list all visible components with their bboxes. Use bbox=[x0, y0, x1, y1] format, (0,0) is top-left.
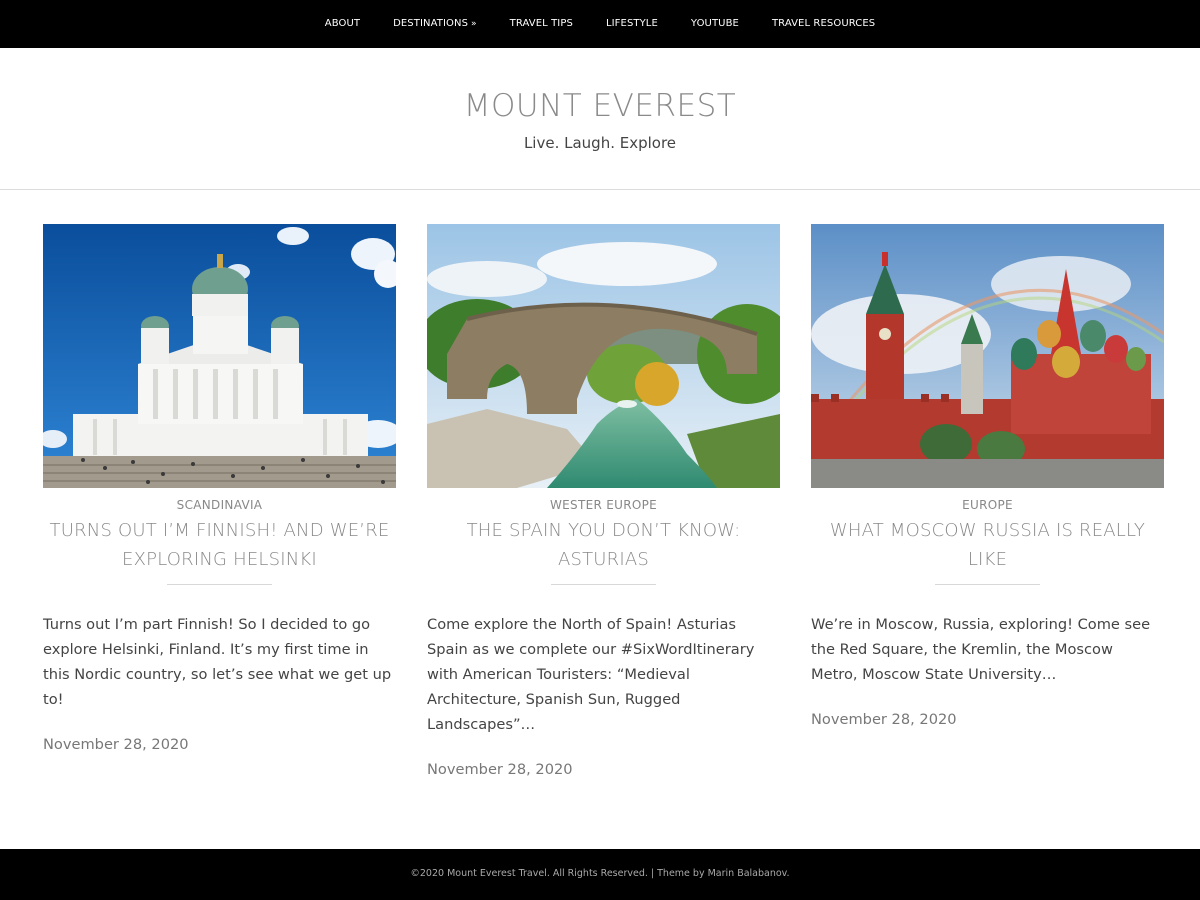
nav-item-lifestyle[interactable]: LIFESTYLE bbox=[589, 0, 674, 48]
nav-item-label: TRAVEL RESOURCES bbox=[771, 18, 876, 29]
nav-item-label: LIFESTYLE bbox=[605, 18, 658, 29]
nav-item-label: TRAVEL TIPS bbox=[509, 18, 573, 29]
nav-item-label: YOUTUBE bbox=[690, 18, 739, 29]
top-navigation: ABOUT DESTINATIONS» TRAVEL TIPS LIFESTYL… bbox=[0, 0, 1200, 48]
post-title[interactable]: TURNS OUT I’M FINNISH! AND WE’RE EXPLORI… bbox=[43, 516, 396, 574]
nav-item-travel-tips[interactable]: TRAVEL TIPS bbox=[493, 0, 589, 48]
nav-menu: ABOUT DESTINATIONS» TRAVEL TIPS LIFESTYL… bbox=[0, 0, 1200, 48]
post-excerpt: We’re in Moscow, Russia, exploring! Come… bbox=[811, 616, 1151, 683]
helsinki-cathedral-photo bbox=[43, 224, 396, 488]
nav-item-destinations[interactable]: DESTINATIONS» bbox=[377, 0, 494, 48]
asturias-stone-bridge-photo bbox=[427, 224, 780, 488]
post-category[interactable]: WESTER EUROPE bbox=[427, 498, 780, 513]
post-thumbnail-link[interactable] bbox=[427, 224, 780, 488]
footer-copyright: ©2020 Mount Everest Travel. All Rights R… bbox=[410, 868, 790, 879]
site-header: MOUNT EVEREST Live. Laugh. Explore bbox=[0, 48, 1200, 190]
moscow-red-square-photo bbox=[811, 224, 1164, 488]
title-divider bbox=[167, 584, 272, 585]
nav-item-youtube[interactable]: YOUTUBE bbox=[674, 0, 755, 48]
post-card: WESTER EUROPE THE SPAIN YOU DON’T KNOW: … bbox=[427, 224, 780, 778]
title-divider bbox=[551, 584, 656, 585]
submenu-caret-icon: » bbox=[471, 19, 477, 29]
post-title[interactable]: THE SPAIN YOU DON’T KNOW: ASTURIAS bbox=[427, 516, 780, 574]
post-category[interactable]: EUROPE bbox=[811, 498, 1164, 513]
site-title[interactable]: MOUNT EVEREST bbox=[0, 88, 1200, 124]
nav-item-label: DESTINATIONS bbox=[393, 18, 469, 29]
post-title[interactable]: WHAT MOSCOW RUSSIA IS REALLY LIKE bbox=[811, 516, 1164, 574]
nav-item-travel-resources[interactable]: TRAVEL RESOURCES bbox=[755, 0, 891, 48]
post-card: SCANDINAVIA TURNS OUT I’M FINNISH! AND W… bbox=[43, 224, 396, 753]
post-date: November 28, 2020 bbox=[43, 736, 189, 753]
site-footer: ©2020 Mount Everest Travel. All Rights R… bbox=[0, 849, 1200, 900]
nav-item-label: ABOUT bbox=[324, 18, 361, 29]
post-thumbnail-link[interactable] bbox=[43, 224, 396, 488]
post-date: November 28, 2020 bbox=[811, 711, 957, 728]
post-excerpt: Come explore the North of Spain! Asturia… bbox=[427, 616, 755, 733]
post-date: November 28, 2020 bbox=[427, 761, 573, 778]
post-category[interactable]: SCANDINAVIA bbox=[43, 498, 396, 513]
post-excerpt: Turns out I’m part Finnish! So I decided… bbox=[43, 616, 392, 708]
title-divider bbox=[935, 584, 1040, 585]
post-card: EUROPE WHAT MOSCOW RUSSIA IS REALLY LIKE… bbox=[811, 224, 1164, 728]
site-tagline: Live. Laugh. Explore bbox=[523, 134, 677, 152]
post-thumbnail-link[interactable] bbox=[811, 224, 1164, 488]
nav-item-about[interactable]: ABOUT bbox=[308, 0, 376, 48]
